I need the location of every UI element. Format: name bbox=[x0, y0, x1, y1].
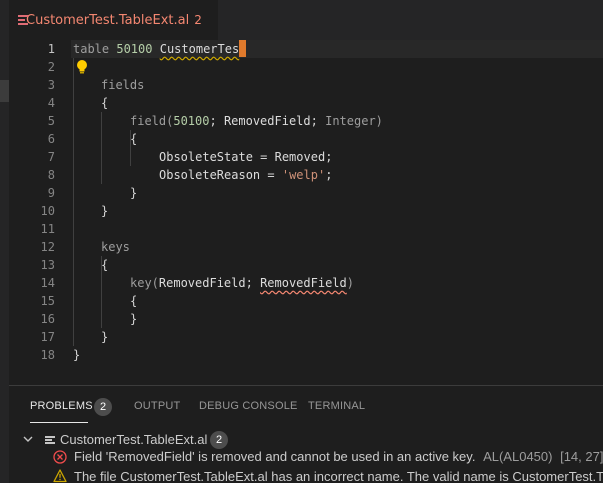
code-line-4: { bbox=[101, 96, 109, 110]
code-line-10: } bbox=[101, 204, 109, 218]
code-line-17: } bbox=[101, 330, 109, 344]
problem-group-filename: CustomerTest.TableExt.al bbox=[60, 432, 208, 447]
code-line-9: } bbox=[130, 186, 138, 200]
code-line-1: table 50100 CustomerTes bbox=[71, 40, 603, 58]
line-number: 4 bbox=[47, 96, 55, 110]
text-cursor bbox=[239, 40, 247, 57]
line-number: 8 bbox=[47, 168, 55, 182]
tab-problems[interactable]: PROBLEMS bbox=[30, 400, 93, 412]
code-line-18: } bbox=[73, 348, 81, 362]
error-icon bbox=[53, 450, 67, 464]
bottom-panel: PROBLEMS 2 OUTPUT DEBUG CONSOLE TERMINAL… bbox=[9, 386, 603, 483]
code-line-8: ObsoleteReason = 'welp'; bbox=[159, 168, 333, 182]
line-number: 16 bbox=[40, 312, 55, 326]
code-line-15: { bbox=[130, 294, 138, 308]
line-number: 9 bbox=[47, 186, 55, 200]
line-number: 5 bbox=[47, 114, 55, 128]
active-tab-underline bbox=[30, 422, 88, 423]
problem-row[interactable]: Field 'RemovedField' is removed and cann… bbox=[74, 446, 603, 468]
error-token: RemovedField bbox=[260, 276, 347, 290]
indent-guide bbox=[73, 58, 74, 346]
line-number: 1 bbox=[47, 42, 55, 56]
line-number: 11 bbox=[40, 222, 55, 236]
editor-tab-bar: CustomerTest.TableExt.al 2 bbox=[9, 0, 603, 40]
line-number: 14 bbox=[40, 276, 55, 290]
code-line-5: field(50100; RemovedField; Integer) bbox=[130, 114, 383, 128]
problem-row[interactable]: The file CustomerTest.TableExt.al has an… bbox=[74, 466, 603, 483]
tab-output[interactable]: OUTPUT bbox=[134, 400, 180, 412]
table-name-token: CustomerTes bbox=[159, 42, 240, 56]
code-line-3: fields bbox=[101, 78, 145, 92]
code-line-7: ObsoleteState = Removed; bbox=[159, 150, 333, 164]
lightbulb-icon[interactable] bbox=[75, 59, 89, 75]
code-area[interactable]: table 50100 CustomerTes fields { field(5… bbox=[71, 40, 603, 385]
code-editor[interactable]: 1 2 3 4 5 6 7 8 9 10 11 12 13 14 15 16 1… bbox=[9, 40, 603, 385]
problem-location: [14, 27] bbox=[560, 449, 603, 464]
activity-strip bbox=[0, 0, 9, 483]
code-line-6: { bbox=[130, 132, 138, 146]
line-number: 15 bbox=[40, 294, 55, 308]
panel-tabs: PROBLEMS 2 OUTPUT DEBUG CONSOLE TERMINAL bbox=[9, 386, 603, 428]
code-line-13: { bbox=[101, 258, 109, 272]
file-lines-icon bbox=[45, 435, 56, 445]
line-number: 3 bbox=[47, 78, 55, 92]
tab-terminal[interactable]: TERMINAL bbox=[308, 400, 365, 412]
line-number-gutter: 1 2 3 4 5 6 7 8 9 10 11 12 13 14 15 16 1… bbox=[9, 40, 65, 385]
line-number: 6 bbox=[47, 132, 55, 146]
problem-message: The file CustomerTest.TableExt.al has an… bbox=[74, 469, 603, 483]
code-line-14: key(RemovedField; RemovedField) bbox=[130, 276, 354, 290]
code-line-16: } bbox=[130, 312, 138, 326]
tab-problem-count: 2 bbox=[194, 13, 202, 27]
tab-filename: CustomerTest.TableExt.al bbox=[26, 12, 190, 28]
line-number: 7 bbox=[47, 150, 55, 164]
line-number: 12 bbox=[40, 240, 55, 254]
problem-code: AL(AL0450) bbox=[483, 449, 553, 464]
indent-guide bbox=[101, 112, 102, 184]
problem-message: Field 'RemovedField' is removed and cann… bbox=[74, 449, 476, 464]
chevron-down-icon[interactable] bbox=[23, 434, 33, 444]
activity-strip-indicator bbox=[0, 80, 9, 102]
editor-tab-customertest[interactable]: CustomerTest.TableExt.al 2 bbox=[9, 0, 218, 40]
code-line-12: keys bbox=[101, 240, 130, 254]
tab-debug-console[interactable]: DEBUG CONSOLE bbox=[199, 400, 298, 412]
warning-icon bbox=[53, 469, 67, 483]
line-number: 17 bbox=[40, 330, 55, 344]
line-number: 10 bbox=[40, 204, 55, 218]
problems-count-badge: 2 bbox=[94, 398, 112, 416]
line-number: 2 bbox=[47, 60, 55, 74]
line-number: 18 bbox=[40, 348, 55, 362]
line-number: 13 bbox=[40, 258, 55, 272]
